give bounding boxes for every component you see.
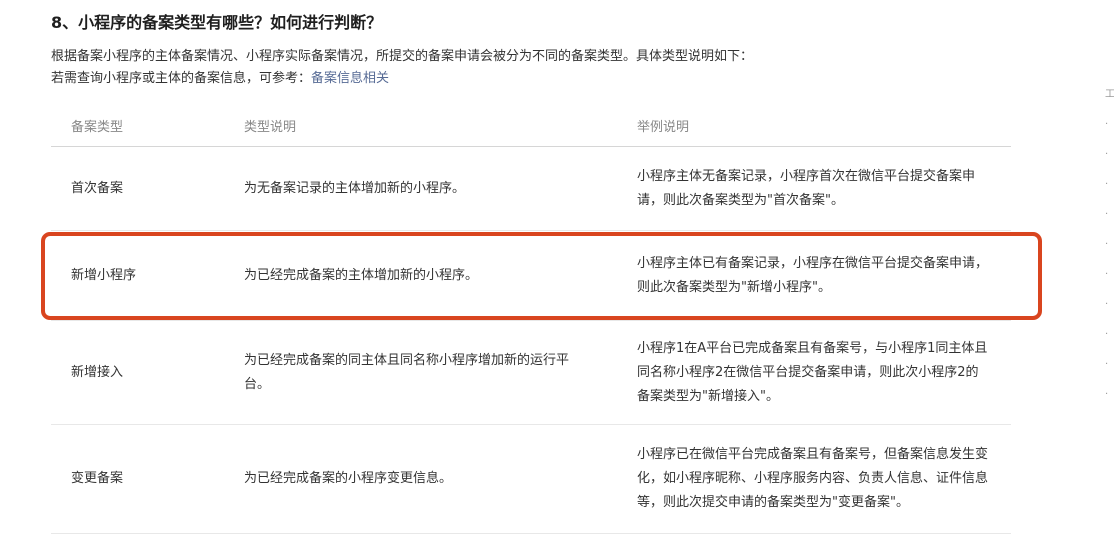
- side-toc-dot: ·: [1105, 269, 1109, 280]
- row-description: 为已经完成备案的小程序变更信息。: [224, 424, 617, 534]
- side-toc-dot: ·: [1105, 329, 1109, 340]
- table-row: 首次备案 为无备案记录的主体增加新的小程序。 小程序主体无备案记录，小程序首次在…: [51, 146, 1011, 231]
- filing-info-link[interactable]: 备案信息相关: [311, 71, 389, 86]
- header-type-description: 类型说明: [224, 104, 617, 147]
- row-description: 为无备案记录的主体增加新的小程序。: [224, 146, 617, 231]
- highlight-annotation-box: [41, 232, 1042, 320]
- intro-line-1: 根据备案小程序的主体备案情况、小程序实际备案情况，所提交的备案申请会被分为不同的…: [51, 49, 754, 64]
- row-type: 首次备案: [51, 146, 224, 231]
- row-example: 小程序1在A平台已完成备案且有备案号，与小程序1同主体且同名称小程序2在微信平台…: [617, 320, 1011, 425]
- section-title: 8、小程序的备案类型有哪些？如何进行判断？: [51, 13, 383, 32]
- side-toc-dot: ·: [1105, 389, 1109, 400]
- intro-line-2-prefix: 若需查询小程序或主体的备案信息，可参考：: [51, 71, 312, 86]
- row-type: 变更备案: [51, 424, 224, 534]
- side-toc-dot: ·: [1105, 209, 1109, 220]
- side-toc-dot: ·: [1105, 149, 1109, 160]
- side-toc-dot: ·: [1105, 119, 1109, 130]
- side-toc-glyph: 工: [1105, 89, 1114, 100]
- header-example: 举例说明: [617, 104, 1011, 147]
- table-row: 变更备案 为已经完成备案的小程序变更信息。 小程序已在微信平台完成备案且有备案号…: [51, 424, 1011, 534]
- intro-text: 根据备案小程序的主体备案情况、小程序实际备案情况，所提交的备案申请会被分为不同的…: [51, 46, 753, 90]
- intro-line-2: 若需查询小程序或主体的备案信息，可参考：备案信息相关: [51, 68, 753, 90]
- side-toc-dot: ·: [1105, 179, 1109, 190]
- page: 8、小程序的备案类型有哪些？如何进行判断？ 根据备案小程序的主体备案情况、小程序…: [0, 0, 1114, 553]
- side-toc-dot: ·: [1105, 239, 1109, 250]
- row-type: 新增接入: [51, 320, 224, 425]
- row-example: 小程序主体无备案记录，小程序首次在微信平台提交备案申请，则此次备案类型为"首次备…: [617, 146, 1011, 231]
- header-filing-type: 备案类型: [51, 104, 224, 147]
- side-toc-dot: ·: [1105, 359, 1109, 370]
- table-header-row: 备案类型 类型说明 举例说明: [51, 104, 1011, 147]
- table-row: 新增接入 为已经完成备案的同主体且同名称小程序增加新的运行平台。 小程序1在A平…: [51, 320, 1011, 425]
- row-description: 为已经完成备案的同主体且同名称小程序增加新的运行平台。: [224, 320, 617, 425]
- side-toc-dot: ·: [1105, 299, 1109, 310]
- row-example: 小程序已在微信平台完成备案且有备案号，但备案信息发生变化，如小程序昵称、小程序服…: [617, 424, 1011, 534]
